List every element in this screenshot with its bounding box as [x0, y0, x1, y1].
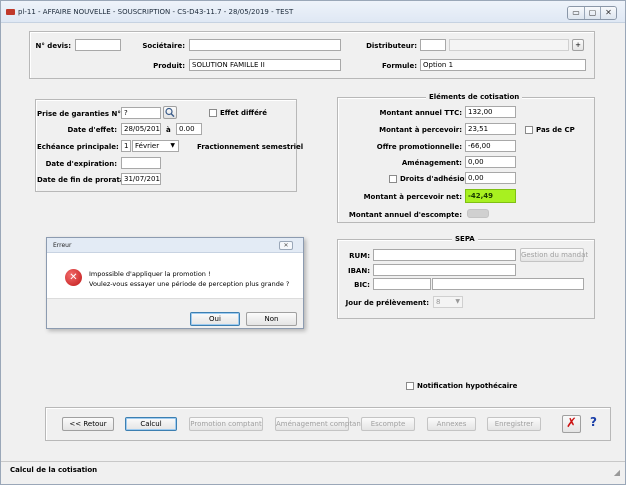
distributeur-code-field[interactable] — [420, 39, 446, 51]
chevron-down-icon: ▼ — [455, 298, 460, 305]
calcul-button[interactable]: Calcul — [125, 417, 177, 431]
escompte-button[interactable]: Escompte — [361, 417, 415, 431]
prise-garanties-label: Prise de garanties N°: — [37, 110, 124, 118]
annuel-ttc-label: Montant annuel TTC: — [379, 109, 463, 117]
date-effet-label: Date d'effet: — [67, 126, 117, 134]
bic-extra-field[interactable] — [432, 278, 584, 290]
annuel-ttc-field[interactable]: 132,00 — [465, 106, 516, 118]
sepa-title: SEPA — [452, 235, 478, 243]
offre-field[interactable]: -66,00 — [465, 140, 516, 152]
bic-field[interactable] — [373, 278, 431, 290]
close-icon[interactable]: ✕ — [600, 7, 616, 19]
expiration-label: Date d'expiration: — [45, 160, 117, 168]
offre-label: Offre promotionnelle: — [376, 143, 462, 151]
distributeur-add-button[interactable]: + — [572, 39, 584, 51]
echeance-mois-value: Février — [135, 142, 160, 150]
bic-label: BIC: — [354, 281, 370, 289]
dialog-title: Erreur — [53, 242, 72, 249]
jour-prelevement-select[interactable]: 8 ▼ — [433, 296, 463, 308]
pas-de-cp-checkbox[interactable] — [525, 126, 533, 134]
dialog-message-line2: Voulez-vous essayer une période de perce… — [89, 280, 290, 288]
jour-prelevement-value: 8 — [436, 298, 441, 306]
dialog-close-icon[interactable]: ✕ — [279, 241, 293, 250]
gestion-mandat-button[interactable]: Gestion du mandat — [520, 248, 588, 262]
minimize-icon[interactable]: ▭ — [568, 7, 584, 19]
fractionnement-label: Fractionnement semestriel — [197, 143, 304, 151]
produit-field[interactable]: SOLUTION FAMILLE II — [189, 59, 341, 71]
non-button[interactable]: Non — [246, 312, 297, 326]
retour-button[interactable]: << Retour — [62, 417, 114, 431]
effet-differe-checkbox[interactable] — [209, 109, 217, 117]
dialog-title-bar: Erreur ✕ — [47, 238, 303, 253]
percevoir-field[interactable]: 23,51 — [465, 123, 516, 135]
amenagement-button[interactable]: Aménagement comptant — [275, 417, 364, 431]
expiration-field[interactable] — [121, 157, 161, 169]
window-controls: ▭ ▢ ✕ — [567, 6, 617, 20]
droits-checkbox[interactable] — [389, 175, 397, 183]
devis-label: N° devis: — [35, 42, 71, 50]
a-label: à — [166, 126, 171, 134]
error-dialog: Erreur ✕ ✕ Impossible d'appliquer la pro… — [46, 237, 304, 329]
app-icon — [6, 9, 15, 15]
maximize-icon[interactable]: ▢ — [584, 7, 600, 19]
dialog-footer: Oui Non — [47, 298, 303, 328]
distributeur-name-field — [449, 39, 569, 51]
iban-field[interactable] — [373, 264, 516, 276]
date-effet-field[interactable]: 28/05/2019 — [121, 123, 161, 135]
societaire-label: Sociétaire: — [142, 42, 185, 50]
dialog-message-line1: Impossible d'appliquer la promotion ! — [89, 270, 211, 278]
error-icon: ✕ — [65, 269, 82, 286]
resize-grip-icon[interactable]: ◢ — [614, 468, 620, 477]
window-title: pl-11 - AFFAIRE NOUVELLE - SOUSCRIPTION … — [18, 8, 294, 16]
echeance-label: Echéance principale: — [37, 143, 119, 151]
droits-label: Droits d'adhésion — [400, 175, 470, 183]
title-bar: pl-11 - AFFAIRE NOUVELLE - SOUSCRIPTION … — [1, 1, 625, 23]
oui-button[interactable]: Oui — [190, 312, 240, 326]
formule-field[interactable]: Option 1 — [420, 59, 586, 71]
chevron-down-icon: ▼ — [170, 142, 175, 149]
iban-label: IBAN: — [347, 267, 370, 275]
effet-differe-label: Effet différé — [220, 109, 268, 117]
annexes-button[interactable]: Annexes — [427, 417, 476, 431]
cancel-icon[interactable]: ✗ — [562, 415, 581, 433]
prorata-label: Date de fin de prorata: — [37, 176, 128, 184]
net-label: Montant à percevoir net: — [363, 193, 462, 201]
search-button[interactable] — [163, 106, 177, 119]
escompte-field — [467, 209, 489, 218]
echeance-mois-select[interactable]: Février ▼ — [132, 140, 179, 152]
escompte-label: Montant annuel d'escompte: — [348, 211, 462, 219]
produit-label: Produit: — [153, 62, 185, 70]
jour-prelevement-label: Jour de prélèvement: — [345, 299, 429, 307]
search-icon — [165, 107, 175, 118]
cotisation-title: Eléments de cotisation — [426, 93, 523, 101]
amenagement-field[interactable]: 0,00 — [465, 156, 516, 168]
prorata-field[interactable]: 31/07/2019 — [121, 173, 161, 185]
prise-garanties-field[interactable]: ? — [121, 107, 161, 119]
heure-effet-field[interactable]: 0.00 — [176, 123, 202, 135]
devis-field[interactable] — [75, 39, 121, 51]
status-bar: Calcul de la cotisation ◢ — [1, 461, 625, 484]
distributeur-label: Distributeur: — [366, 42, 417, 50]
droits-field[interactable]: 0,00 — [465, 172, 516, 184]
societaire-field[interactable] — [189, 39, 341, 51]
enregistrer-button[interactable]: Enregistrer — [487, 417, 541, 431]
status-text: Calcul de la cotisation — [10, 466, 98, 474]
pas-de-cp-label: Pas de CP — [536, 126, 575, 134]
amenagement-label: Aménagement: — [401, 159, 462, 167]
main-window: pl-11 - AFFAIRE NOUVELLE - SOUSCRIPTION … — [0, 0, 626, 485]
echeance-jour-field[interactable]: 1 — [121, 140, 131, 152]
rum-field[interactable] — [373, 249, 516, 261]
percevoir-label: Montant à percevoir: — [379, 126, 462, 134]
rum-label: RUM: — [349, 252, 370, 260]
formule-label: Formule: — [382, 62, 417, 70]
notification-label: Notification hypothécaire — [417, 382, 518, 390]
notification-checkbox[interactable] — [406, 382, 414, 390]
help-icon[interactable]: ? — [590, 415, 597, 429]
promotion-button[interactable]: Promotion comptant — [189, 417, 263, 431]
net-field: -42,49 — [465, 189, 516, 203]
